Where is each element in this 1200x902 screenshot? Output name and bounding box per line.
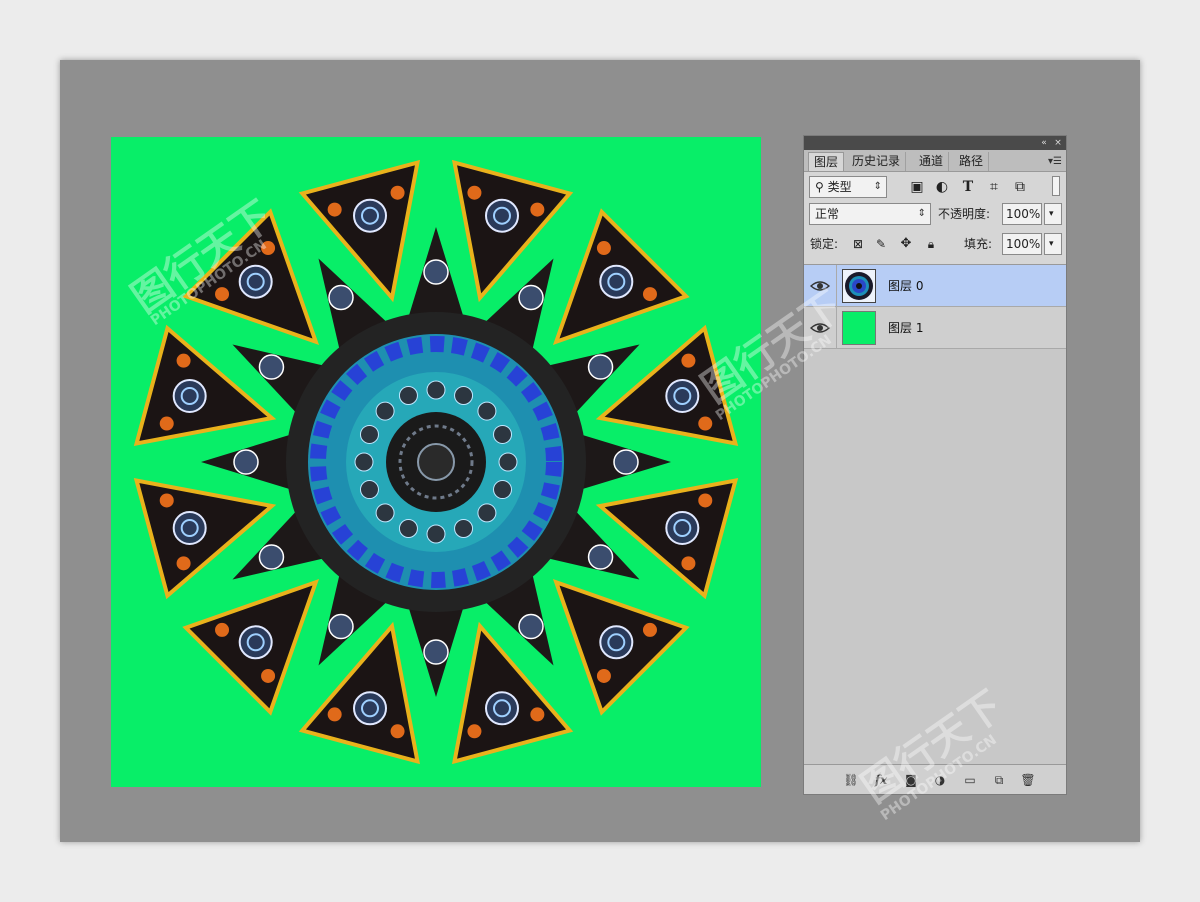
tab-history[interactable]: 历史记录 [847,152,907,171]
close-icon[interactable]: × [1052,136,1064,150]
link-icon[interactable]: ⛓ [842,771,860,789]
layers-panel: « × 图层 历史记录 通道 路径 ▾☰ ⚲ 类型 ⇕ ▣ ◐ T ⌗ ⧉ 正常… [803,135,1067,795]
smart-object-filter-icon[interactable]: ⧉ [1010,177,1030,197]
search-icon: ⚲ [815,180,828,194]
tab-layers[interactable]: 图层 [808,152,845,171]
mandala-artwork [133,159,739,765]
layer-row[interactable]: 图层 1 [804,307,1066,349]
tab-paths[interactable]: 路径 [954,152,990,171]
fill-input[interactable]: 100% [1002,233,1042,255]
lock-all-icon[interactable]: 🔒︎ [921,234,941,254]
select-arrow-icon: ⇕ [873,181,882,192]
layers-list: 图层 0 图层 1 [804,264,1066,766]
panel-menu-icon[interactable]: ▾☰ [1048,152,1062,171]
visibility-eye-icon[interactable] [810,320,830,336]
layers-bottom-bar: ⛓ fx ◙ ◑ ▭ ⧉ 🗑︎ [804,764,1066,794]
blend-mode-value: 正常 [815,207,840,221]
layer-name: 图层 0 [888,279,924,293]
panel-titlebar[interactable]: « × [804,136,1066,150]
adjustment-filter-icon[interactable]: ◐ [932,177,952,197]
layer-thumbnail-mandala [842,269,876,303]
mask-icon[interactable]: ◙ [902,771,920,789]
lock-row: 锁定: ⊠ ✎ ✥ 🔒︎ 填充: 100% ▾ [804,232,1066,262]
filter-toggle[interactable] [1052,176,1060,196]
image-canvas[interactable] [111,137,761,787]
lock-position-icon[interactable]: ✥ [896,234,916,254]
filter-kind-label: 类型 [827,180,852,194]
layer-row[interactable]: 图层 0 [804,265,1066,307]
filter-kind-select[interactable]: ⚲ 类型 ⇕ [809,176,887,198]
lock-label: 锁定: [810,237,839,251]
fill-dropdown-icon[interactable]: ▾ [1044,233,1062,255]
new-layer-icon[interactable]: ⧉ [990,771,1008,789]
type-filter-icon[interactable]: T [958,177,978,197]
tab-channels[interactable]: 通道 [914,152,950,171]
layer-thumbnail-green [842,311,876,345]
image-filter-icon[interactable]: ▣ [907,177,927,197]
layer-name: 图层 1 [888,321,924,335]
panel-tabs: 图层 历史记录 通道 路径 ▾☰ [804,150,1066,172]
opacity-label: 不透明度: [938,207,991,221]
filter-row: ⚲ 类型 ⇕ ▣ ◐ T ⌗ ⧉ [804,172,1066,202]
shape-filter-icon[interactable]: ⌗ [984,177,1004,197]
lock-paint-icon[interactable]: ✎ [871,234,891,254]
delete-icon[interactable]: 🗑︎ [1019,771,1037,789]
opacity-input[interactable]: 100% [1002,203,1042,225]
lock-transparent-icon[interactable]: ⊠ [848,234,868,254]
fx-icon[interactable]: fx [872,771,890,789]
collapse-icon[interactable]: « [1038,136,1050,150]
visibility-eye-icon[interactable] [810,278,830,294]
group-icon[interactable]: ▭ [961,771,979,789]
blend-row: 正常 ⇕ 不透明度: 100% ▾ [804,202,1066,232]
blend-mode-select[interactable]: 正常 ⇕ [809,203,931,225]
fill-label: 填充: [964,237,993,251]
opacity-dropdown-icon[interactable]: ▾ [1044,203,1062,225]
adjustment-icon[interactable]: ◑ [931,771,949,789]
select-arrow-icon: ⇕ [917,208,926,219]
